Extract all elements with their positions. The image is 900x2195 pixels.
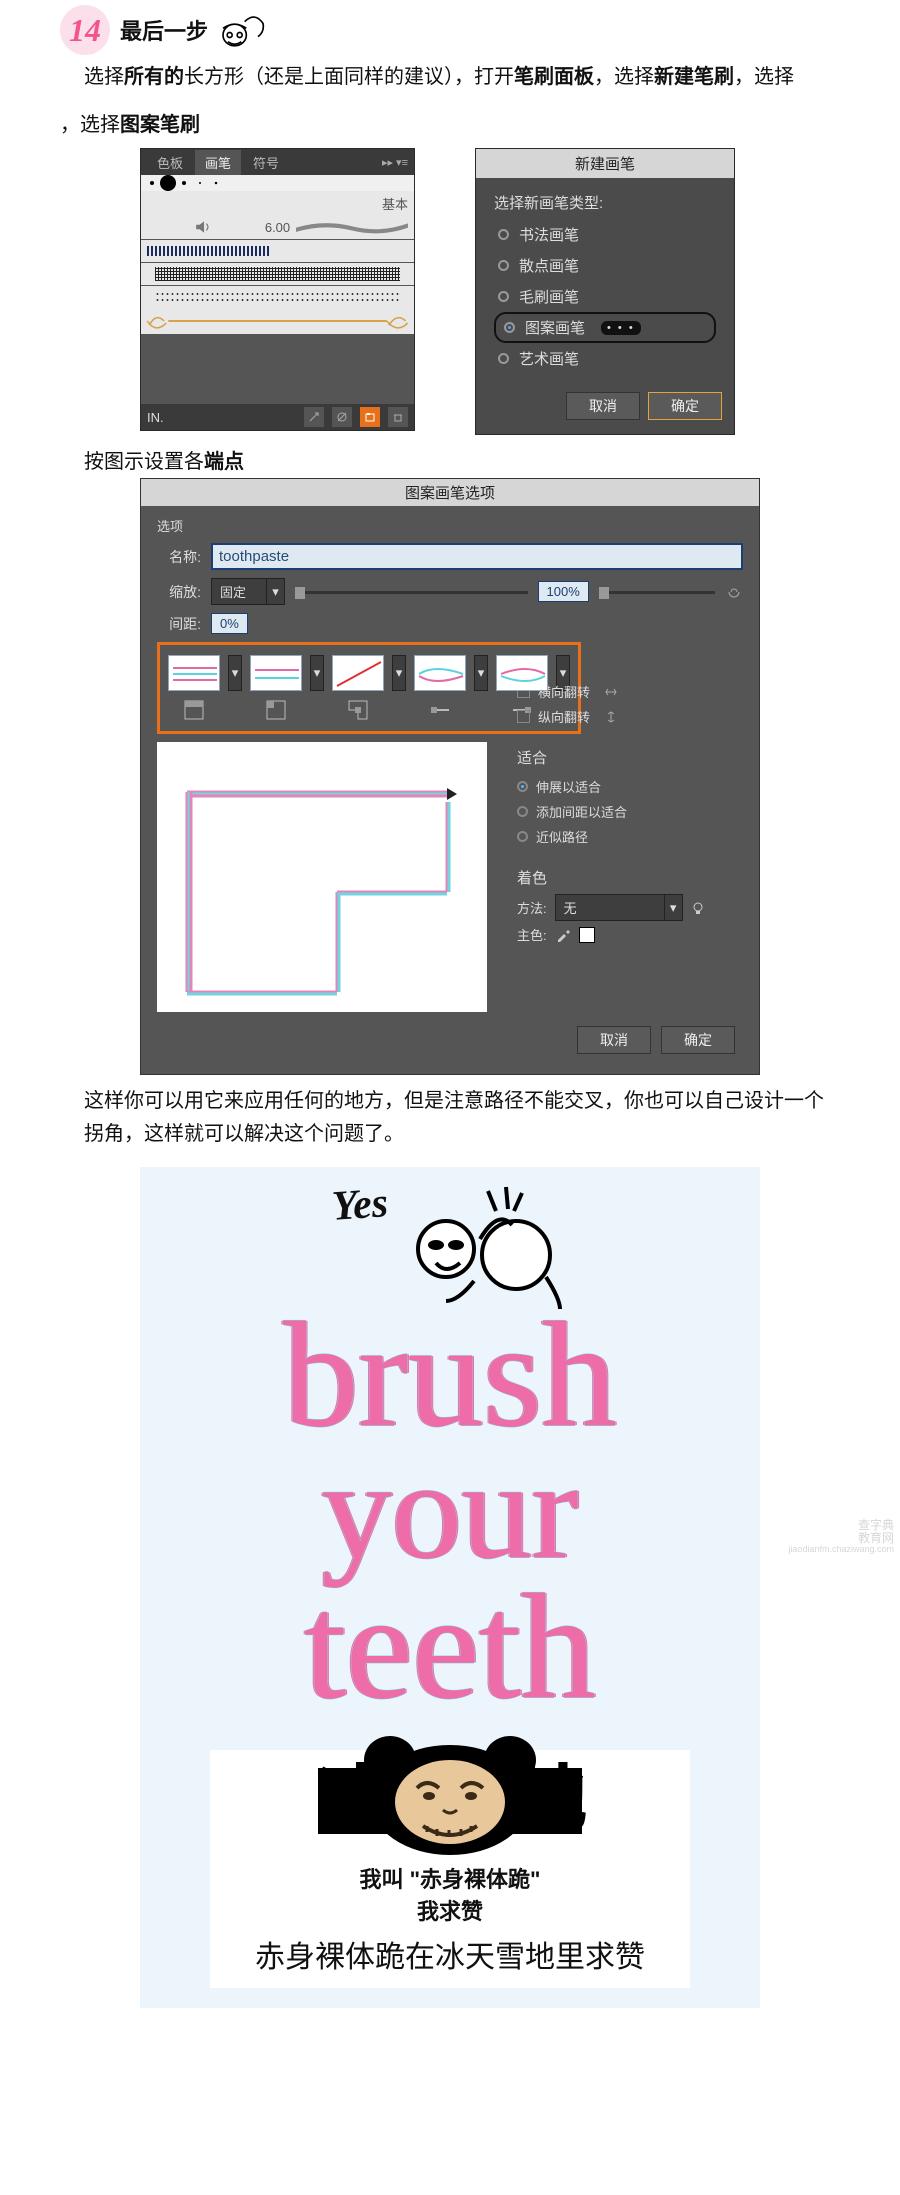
tile-corner-out[interactable] xyxy=(250,655,302,691)
brush-texture-1[interactable] xyxy=(141,240,414,262)
footer-icon-1[interactable] xyxy=(304,407,324,427)
tile-arrow-1[interactable]: ▾ xyxy=(228,655,242,691)
paragraph-1b: ，选择，选择 ，选择图案笔刷 xyxy=(84,109,840,142)
brush-texture-2[interactable] xyxy=(141,263,414,285)
tile-pos-side-icon xyxy=(168,699,220,721)
footer-icon-2[interactable] xyxy=(332,407,352,427)
radio-pattern[interactable]: 图案画笔• • • xyxy=(494,312,716,343)
scale-slider[interactable] xyxy=(295,587,527,597)
tile-end[interactable] xyxy=(496,655,548,691)
fit-approx-radio[interactable]: 近似路径 xyxy=(517,824,743,849)
method-select[interactable]: 无 ▾ xyxy=(555,894,683,921)
name-input[interactable] xyxy=(211,543,743,570)
flip-v-icon xyxy=(604,710,618,724)
tile-arrow-4[interactable]: ▾ xyxy=(474,655,488,691)
name-label: 名称: xyxy=(157,547,201,567)
yes-text: Yes xyxy=(330,1179,389,1231)
step-title: 最后一步 xyxy=(120,14,208,46)
dialog-title: 新建画笔 xyxy=(476,149,734,178)
tile-arrow-2[interactable]: ▾ xyxy=(310,655,324,691)
keycolor-label: 主色: xyxy=(517,925,547,944)
meme-line-2: 我求赞 xyxy=(417,1894,483,1926)
step-number: 14 xyxy=(60,5,110,55)
spacing-label: 间距: xyxy=(157,614,201,634)
tab-brushes[interactable]: 画笔 xyxy=(195,150,241,175)
flip-v-checkbox[interactable]: 纵向翻转 xyxy=(517,704,743,729)
brush-basic-row[interactable]: 基本 xyxy=(141,191,414,215)
chevron-down-icon: ▾ xyxy=(665,894,683,921)
artwork-canvas: Yes brush your teeth 冰天雪地 xyxy=(140,1167,760,2008)
tile-corner-in[interactable] xyxy=(332,655,384,691)
brush-word-1: brush xyxy=(283,1299,616,1452)
pattern-brush-options-dialog: 图案画笔选项 选项 名称: 缩放: 固定 ▾ 100% xyxy=(140,478,760,1075)
fit-space-radio[interactable]: 添加间距以适合 xyxy=(517,799,743,824)
eyedropper-icon[interactable] xyxy=(555,927,571,943)
speaker-icon xyxy=(147,218,259,236)
tab-symbols[interactable]: 符号 xyxy=(243,150,289,175)
link-icon[interactable] xyxy=(725,583,743,601)
brush-stroke-row[interactable]: 6.00 xyxy=(141,215,414,239)
tab-swatches[interactable]: 色板 xyxy=(147,150,193,175)
meme-line-3: 赤身裸体跪在冰天雪地里求赞 xyxy=(255,1932,645,1976)
paragraph-endpoints: 按图示设置各端点 xyxy=(84,445,840,474)
keycolor-swatch[interactable] xyxy=(579,927,595,943)
options-ok-button[interactable]: 确定 xyxy=(661,1026,735,1054)
new-brush-button[interactable] xyxy=(360,407,380,427)
tile-pos-start-icon xyxy=(414,699,466,721)
radio-bristle[interactable]: 毛刷画笔 xyxy=(494,281,716,312)
meme-block: 冰天雪地 我叫 "赤身裸体跪" 我求赞 赤身裸体跪在冰天雪地里求赞 xyxy=(210,1750,690,1989)
paragraph-2: 这样你可以用它来应用任何的地方，但是注意路径不能交叉，你也可以自己设计一个拐角，… xyxy=(84,1085,840,1151)
brushes-panel: 色板 画笔 符号 ▸▸ ▾≡ 基本 6.00 xyxy=(140,148,415,431)
new-brush-dialog: 新建画笔 选择新画笔类型: 书法画笔 散点画笔 毛刷画笔 图案画笔• • • 艺… xyxy=(475,148,735,435)
panel-menu-icon[interactable]: ▸▸ ▾≡ xyxy=(382,156,408,169)
options-section-label: 选项 xyxy=(157,516,743,535)
flip-h-icon xyxy=(604,685,618,699)
method-label: 方法: xyxy=(517,898,547,917)
dialog-prompt: 选择新画笔类型: xyxy=(494,192,716,213)
panel-footer-label: IN. xyxy=(147,410,164,425)
brush-texture-3[interactable] xyxy=(141,286,414,308)
tile-start[interactable] xyxy=(414,655,466,691)
brush-gold-row[interactable] xyxy=(141,308,414,334)
tip-icon[interactable] xyxy=(691,901,705,915)
cancel-button[interactable]: 取消 xyxy=(566,392,640,420)
flip-title: 翻转 xyxy=(517,652,743,673)
options-title: 图案画笔选项 xyxy=(141,479,759,506)
tile-pos-inner-icon xyxy=(332,699,384,721)
brush-word-3: teeth xyxy=(304,1571,596,1724)
delete-brush-button[interactable] xyxy=(388,407,408,427)
radio-art[interactable]: 艺术画笔 xyxy=(494,343,716,374)
options-cancel-button[interactable]: 取消 xyxy=(577,1026,651,1054)
scale-slider-right[interactable] xyxy=(599,587,715,597)
brush-preview xyxy=(157,742,487,1012)
ok-button[interactable]: 确定 xyxy=(648,392,722,420)
ellipsis-icon: • • • xyxy=(601,321,641,335)
spacing-value[interactable]: 0% xyxy=(211,613,248,634)
brush-word-2: your xyxy=(322,1440,579,1583)
fit-title: 适合 xyxy=(517,747,743,768)
face-doodle-icon xyxy=(218,11,268,49)
scale-mode-select[interactable]: 固定 ▾ xyxy=(211,578,285,605)
brush-size-strip[interactable] xyxy=(141,175,414,191)
tile-pos-outer-icon xyxy=(250,699,302,721)
panda-face-icon xyxy=(345,1730,555,1860)
coloring-title: 着色 xyxy=(517,867,743,888)
scale-label: 缩放: xyxy=(157,582,201,602)
chevron-down-icon: ▾ xyxy=(267,578,285,605)
flip-h-checkbox[interactable]: 横向翻转 xyxy=(517,679,743,704)
tile-arrow-3[interactable]: ▾ xyxy=(392,655,406,691)
radio-scatter[interactable]: 散点画笔 xyxy=(494,250,716,281)
radio-calligraphy[interactable]: 书法画笔 xyxy=(494,219,716,250)
scale-value[interactable]: 100% xyxy=(538,581,589,602)
watermark: 查字典 教育网 jiaodianfm.chaziwang.com xyxy=(788,1519,894,1555)
tile-side[interactable] xyxy=(168,655,220,691)
meme-line-1: 我叫 "赤身裸体跪" xyxy=(360,1862,541,1894)
fit-stretch-radio[interactable]: 伸展以适合 xyxy=(517,774,743,799)
